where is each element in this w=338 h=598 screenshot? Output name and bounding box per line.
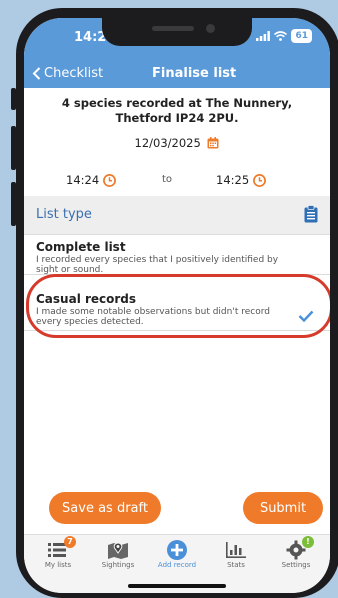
status-icons: 61: [256, 29, 312, 43]
tab-settings[interactable]: ! Settings: [266, 536, 326, 569]
tab-my-lists[interactable]: 7 My lists: [28, 536, 88, 569]
option-title: Complete list: [36, 240, 126, 254]
tab-stats[interactable]: Stats: [206, 539, 266, 569]
tab-sightings[interactable]: Sightings: [88, 539, 148, 569]
bar-chart-icon: [226, 542, 246, 558]
checklist-summary: 4 species recorded at The Nunnery, Thetf…: [61, 96, 293, 125]
app-screen: 14:25 61 Checklist Finalise list 4 speci…: [24, 18, 330, 593]
submit-button[interactable]: Submit: [243, 492, 323, 524]
top-bar: 14:25 61 Checklist Finalise list: [24, 18, 330, 88]
back-button[interactable]: Checklist: [32, 66, 103, 81]
notification-badge: 7: [64, 536, 76, 548]
camera-dot: [206, 24, 215, 33]
to-label: to: [162, 174, 173, 185]
nav-bar: Checklist Finalise list: [24, 64, 330, 88]
section-title: List type: [36, 207, 92, 222]
add-circle-icon: [167, 540, 187, 560]
tab-add-record[interactable]: Add record: [147, 539, 207, 569]
notification-badge: !: [302, 536, 314, 548]
dynamic-island: [102, 18, 252, 46]
battery-indicator: 61: [291, 29, 312, 43]
chevron-left-icon: [32, 67, 41, 80]
date-field[interactable]: 12/03/2025: [24, 136, 330, 150]
save-draft-button[interactable]: Save as draft: [49, 492, 161, 524]
start-time-field[interactable]: 14:24: [66, 173, 117, 187]
end-time-field[interactable]: 14:25: [216, 173, 267, 187]
tab-label: Sightings: [101, 561, 135, 569]
clock-icon[interactable]: [103, 173, 117, 187]
tab-label: Stats: [227, 561, 245, 569]
page-title: Finalise list: [152, 66, 237, 81]
tab-label: Settings: [281, 561, 311, 569]
tab-label: My lists: [44, 561, 72, 569]
clipboard-list-icon[interactable]: [304, 205, 318, 223]
back-label: Checklist: [44, 66, 104, 81]
tab-bar: 7 My lists Sightings Add record Stats ! …: [24, 534, 330, 593]
list-type-section-header: List type: [24, 196, 330, 234]
map-icon: [108, 542, 128, 559]
calendar-icon[interactable]: [207, 137, 219, 149]
divider: [24, 234, 330, 235]
end-time: 14:25: [216, 173, 250, 187]
clock-icon[interactable]: [253, 173, 267, 187]
option-complete-list[interactable]: Complete list I recorded every species t…: [36, 240, 320, 275]
option-description: I recorded every species that I positive…: [36, 255, 279, 275]
speaker-slot: [152, 26, 194, 31]
signal-icon: [256, 31, 271, 41]
start-time: 14:24: [66, 173, 100, 187]
wifi-icon: [274, 31, 288, 41]
annotation-highlight: [26, 274, 330, 338]
date-value: 12/03/2025: [134, 136, 201, 150]
home-indicator[interactable]: [128, 584, 226, 588]
tab-label: Add record: [157, 561, 197, 569]
